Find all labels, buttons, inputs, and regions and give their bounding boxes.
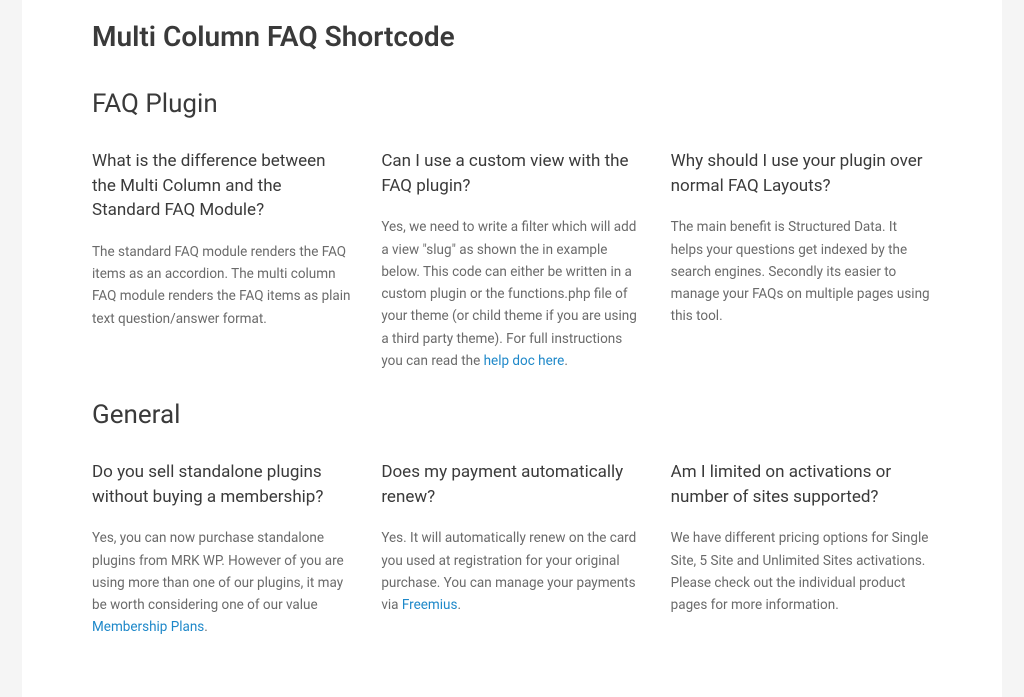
faq-question: Can I use a custom view with the FAQ plu… [381,149,642,198]
faq-grid: Do you sell standalone plugins without b… [92,460,932,639]
faq-answer-text: Yes, you can now purchase standalone plu… [92,530,344,613]
faq-answer: The main benefit is Structured Data. It … [671,216,932,327]
faq-item: Can I use a custom view with the FAQ plu… [381,149,642,372]
faq-item: Do you sell standalone plugins without b… [92,460,353,639]
faq-answer-text-after: . [564,353,568,369]
faq-item: What is the difference between the Multi… [92,149,353,372]
faq-question: Why should I use your plugin over normal… [671,149,932,198]
faq-answer-text: We have different pricing options for Si… [671,530,929,613]
faq-grid: What is the difference between the Multi… [92,149,932,372]
faq-answer-text: Yes, we need to write a filter which wil… [381,219,636,369]
faq-question: Am I limited on activations or number of… [671,460,932,509]
faq-answer-text: The main benefit is Structured Data. It … [671,219,930,324]
faq-question: Do you sell standalone plugins without b… [92,460,353,509]
faq-item: Does my payment automatically renew? Yes… [381,460,642,639]
page-container: Multi Column FAQ Shortcode FAQ Plugin Wh… [22,0,1002,697]
faq-question: Does my payment automatically renew? [381,460,642,509]
faq-item: Why should I use your plugin over normal… [671,149,932,372]
page-title: Multi Column FAQ Shortcode [92,20,932,53]
faq-question: What is the difference between the Multi… [92,149,353,223]
faq-answer-text-after: . [204,619,208,635]
faq-answer-link[interactable]: Freemius [402,597,458,613]
faq-answer: The standard FAQ module renders the FAQ … [92,241,353,330]
faq-answer-link[interactable]: Membership Plans [92,619,204,635]
faq-answer: Yes. It will automatically renew on the … [381,527,642,616]
faq-answer: Yes, we need to write a filter which wil… [381,216,642,372]
faq-answer: We have different pricing options for Si… [671,527,932,616]
faq-answer: Yes, you can now purchase standalone plu… [92,527,353,638]
section-heading-general: General [92,400,932,430]
faq-answer-link[interactable]: help doc here [484,353,565,369]
faq-answer-text: The standard FAQ module renders the FAQ … [92,244,351,327]
faq-answer-text-after: . [457,597,461,613]
section-heading-faq-plugin: FAQ Plugin [92,89,932,119]
faq-item: Am I limited on activations or number of… [671,460,932,639]
